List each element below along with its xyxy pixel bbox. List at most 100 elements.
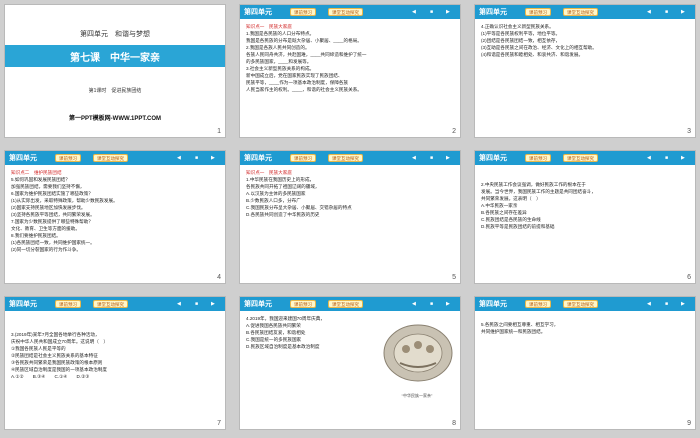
slide-thumbnail-5[interactable]: 第四单元 课前预习 课堂互动探究 ◀ ■ ▶ 知识点一 民族大家庭 1.中华民族… <box>239 150 461 284</box>
tab-preview[interactable]: 课前预习 <box>290 154 316 162</box>
text-line: 各族人民同舟共济，共赴国难，____共同缔造和维护了统一 <box>246 52 367 57</box>
text-line: 2.我国是各族人民共同创造的。 <box>246 45 310 50</box>
slide-number: 6 <box>687 274 691 281</box>
text-line: (1)平等是各民族权利平等，地位平等。 <box>481 31 561 36</box>
text-line: 我国是各民族的分布是既大杂居、小聚居、____的格局。 <box>246 38 362 43</box>
nav-prev-icon[interactable]: ◀ <box>647 154 651 162</box>
slide-grid: 第四单元 和谐与梦想 第七课 中华一家亲 第1课时 促进民族团结 第一PPT模板… <box>4 4 696 434</box>
text-line: ④民族区域自治制度是我国的一项基本政治制度 <box>11 367 107 372</box>
text-line: A.促进我国各民族共同繁荣 <box>246 323 301 328</box>
slide-header: 第四单元 课前预习 课堂互动探究 ◀ ■ ▶ <box>240 297 460 311</box>
slide-thumbnail-7[interactable]: 第四单元 课前预习 课堂互动探究 ◀ ■ ▶ 3.(2019年)某年7月全国各地… <box>4 296 226 430</box>
nav-prev-icon[interactable]: ◀ <box>177 154 181 162</box>
slide-thumbnail-4[interactable]: 第四单元 课前预习 课堂互动探究 ◀ ■ ▶ 知识点二 维护民族团结 5.如何巩… <box>4 150 226 284</box>
nav-next-icon[interactable]: ▶ <box>211 154 215 162</box>
text-line: 3.社会主义新型民族关系的构成。 <box>246 66 315 71</box>
slide-header: 第四单元 课前预习 课堂互动探究 ◀ ■ ▶ <box>240 5 460 19</box>
text-line: A.以汉族为主体的多民族国家 <box>246 191 306 196</box>
text-line: (2)国家支持民族地区加快发展步伐。 <box>11 205 86 210</box>
nav-home-icon[interactable]: ■ <box>430 8 433 16</box>
slide-thumbnail-3[interactable]: 第四单元 课前预习 课堂互动探究 ◀ ■ ▶ 4.正确认识社会主义新型民族关系。… <box>474 4 696 138</box>
nav-next-icon[interactable]: ▶ <box>211 300 215 308</box>
text-line: 民族平等，____作为一项基本政治制度，保障各族 <box>246 80 349 85</box>
tab-preview[interactable]: 课前预习 <box>525 8 551 16</box>
slide-header: 第四单元 课前预习 课堂互动探究 ◀ ■ ▶ <box>5 151 225 165</box>
tab-preview[interactable]: 课前预习 <box>290 300 316 308</box>
unity-emblem-icon <box>383 324 453 382</box>
slide-body: 5.各民族之间要相互尊重、相互学习， 共同维护国家统一和民族团结。 <box>481 321 689 335</box>
text-line: C.我国民族分布呈大杂居、小聚居、交错杂居的特点 <box>246 205 352 210</box>
slide-thumbnail-1[interactable]: 第四单元 和谐与梦想 第七课 中华一家亲 第1课时 促进民族团结 第一PPT模板… <box>4 4 226 138</box>
slide-number: 5 <box>452 274 456 281</box>
nav-home-icon[interactable]: ■ <box>195 154 198 162</box>
header-unit: 第四单元 <box>244 9 272 16</box>
slide-body: 2.中央民族工作会议强调，做好民族工作的根本在于 发展。当今世界，我国民族工作的… <box>481 181 689 230</box>
tab-interactive[interactable]: 课堂互动探究 <box>93 154 128 162</box>
nav-next-icon[interactable]: ▶ <box>446 8 450 16</box>
nav-home-icon[interactable]: ■ <box>665 154 668 162</box>
text-line: D.民族平等是民族团结的前提和基础 <box>481 224 555 229</box>
unit-title: 第四单元 和谐与梦想 <box>80 31 150 38</box>
tab-preview[interactable]: 课前预习 <box>525 300 551 308</box>
text-line: 1.中华民族在我国历史上的形成， <box>246 177 315 182</box>
header-unit: 第四单元 <box>479 9 507 16</box>
text-line: D.各民族共同创造了中华民族的历史 <box>246 212 320 217</box>
text-line: (3)互助是各民族之间在政治、经济、文化上的相互帮助。 <box>481 45 597 50</box>
text-line: 知识点一 民族大家庭 <box>246 170 292 175</box>
nav-prev-icon[interactable]: ◀ <box>647 8 651 16</box>
nav-home-icon[interactable]: ■ <box>195 300 198 308</box>
slide-number: 3 <box>687 128 691 135</box>
tab-interactive[interactable]: 课堂互动探究 <box>93 300 128 308</box>
slide-thumbnail-6[interactable]: 第四单元 课前预习 课堂互动探究 ◀ ■ ▶ 2.中央民族工作会议强调，做好民族… <box>474 150 696 284</box>
nav-home-icon[interactable]: ■ <box>430 300 433 308</box>
nav-next-icon[interactable]: ▶ <box>681 154 685 162</box>
text-line: 知识点一 民族大家庭 <box>246 24 292 29</box>
slide-body: 4.正确认识社会主义新型民族关系。 (1)平等是各民族权利平等，地位平等。 (2… <box>481 23 689 58</box>
text-line: (3)坚持各民族平等团结，共同繁荣发展。 <box>11 212 95 217</box>
tab-interactive[interactable]: 课堂互动探究 <box>563 154 598 162</box>
slide-thumbnail-2[interactable]: 第四单元 课前预习 课堂互动探究 ◀ ■ ▶ 知识点一 民族大家庭 1.我国是各… <box>239 4 461 138</box>
tab-preview[interactable]: 课前预习 <box>55 300 81 308</box>
slide-thumbnail-9[interactable]: 第四单元 课前预习 课堂互动探究 ◀ ■ ▶ 5.各民族之间要相互尊重、相互学习… <box>474 296 696 430</box>
nav-home-icon[interactable]: ■ <box>665 300 668 308</box>
nav-next-icon[interactable]: ▶ <box>446 154 450 162</box>
tab-interactive[interactable]: 课堂互动探究 <box>563 300 598 308</box>
slide-number: 8 <box>452 420 456 427</box>
text-line: ①我国各民族人民是平等的 <box>11 346 66 351</box>
nav-next-icon[interactable]: ▶ <box>681 300 685 308</box>
tab-preview[interactable]: 课前预习 <box>290 8 316 16</box>
text-line: 5.各民族之间要相互尊重、相互学习， <box>481 322 559 327</box>
nav-prev-icon[interactable]: ◀ <box>412 8 416 16</box>
text-line: 各民族共同开拓了祖国辽阔的疆域， <box>246 184 320 189</box>
lesson-title: 第七课 中华一家亲 <box>70 53 160 64</box>
nav-prev-icon[interactable]: ◀ <box>177 300 181 308</box>
nav-next-icon[interactable]: ▶ <box>681 8 685 16</box>
tab-interactive[interactable]: 课堂互动探究 <box>328 154 363 162</box>
nav-home-icon[interactable]: ■ <box>665 8 668 16</box>
tab-interactive[interactable]: 课堂互动探究 <box>328 8 363 16</box>
nav-prev-icon[interactable]: ◀ <box>647 300 651 308</box>
nav-home-icon[interactable]: ■ <box>430 154 433 162</box>
nav-next-icon[interactable]: ▶ <box>446 300 450 308</box>
text-line: C.我国是统一的多民族国家 <box>246 337 302 342</box>
header-unit: 第四单元 <box>9 301 37 308</box>
text-line: B.各民族之间存在差异 <box>481 210 527 215</box>
text-line: 4.2019年，我国迎来建国70周年庆典， <box>246 316 325 321</box>
slide-thumbnail-8[interactable]: 第四单元 课前预习 课堂互动探究 ◀ ■ ▶ 4.2019年，我国迎来建国70周… <box>239 296 461 430</box>
text-line: 2.中央民族工作会议强调，做好民族工作的根本在于 <box>481 182 586 187</box>
tab-preview[interactable]: 课前预习 <box>525 154 551 162</box>
slide-body: 4.2019年，我国迎来建国70周年庆典， A.促进我国各民族共同繁荣 B.各民… <box>246 315 370 350</box>
tab-interactive[interactable]: 课堂互动探究 <box>563 8 598 16</box>
text-line: ③各民族共同繁荣是我国民族政策的根本原则 <box>11 360 103 365</box>
tab-interactive[interactable]: 课堂互动探究 <box>328 300 363 308</box>
header-unit: 第四单元 <box>479 301 507 308</box>
text-line: 新中国成立后，党在国家民族实现了民族团结、 <box>246 73 343 78</box>
text-line: 5.如何巩固和发展民族团结？ <box>11 177 70 182</box>
text-line: (2)团结是各民族团结一致，相互依存， <box>481 38 561 43</box>
text-line: 加强民族团结，需要我们坚持不懈， <box>11 184 85 189</box>
nav-prev-icon[interactable]: ◀ <box>412 300 416 308</box>
nav-prev-icon[interactable]: ◀ <box>412 154 416 162</box>
slide-body: 3.(2019年)某年7月全国各地举行各种活动， 庆祝中华人民共和国成立70周年… <box>11 331 219 380</box>
header-unit: 第四单元 <box>244 155 272 162</box>
tab-preview[interactable]: 课前预习 <box>55 154 81 162</box>
